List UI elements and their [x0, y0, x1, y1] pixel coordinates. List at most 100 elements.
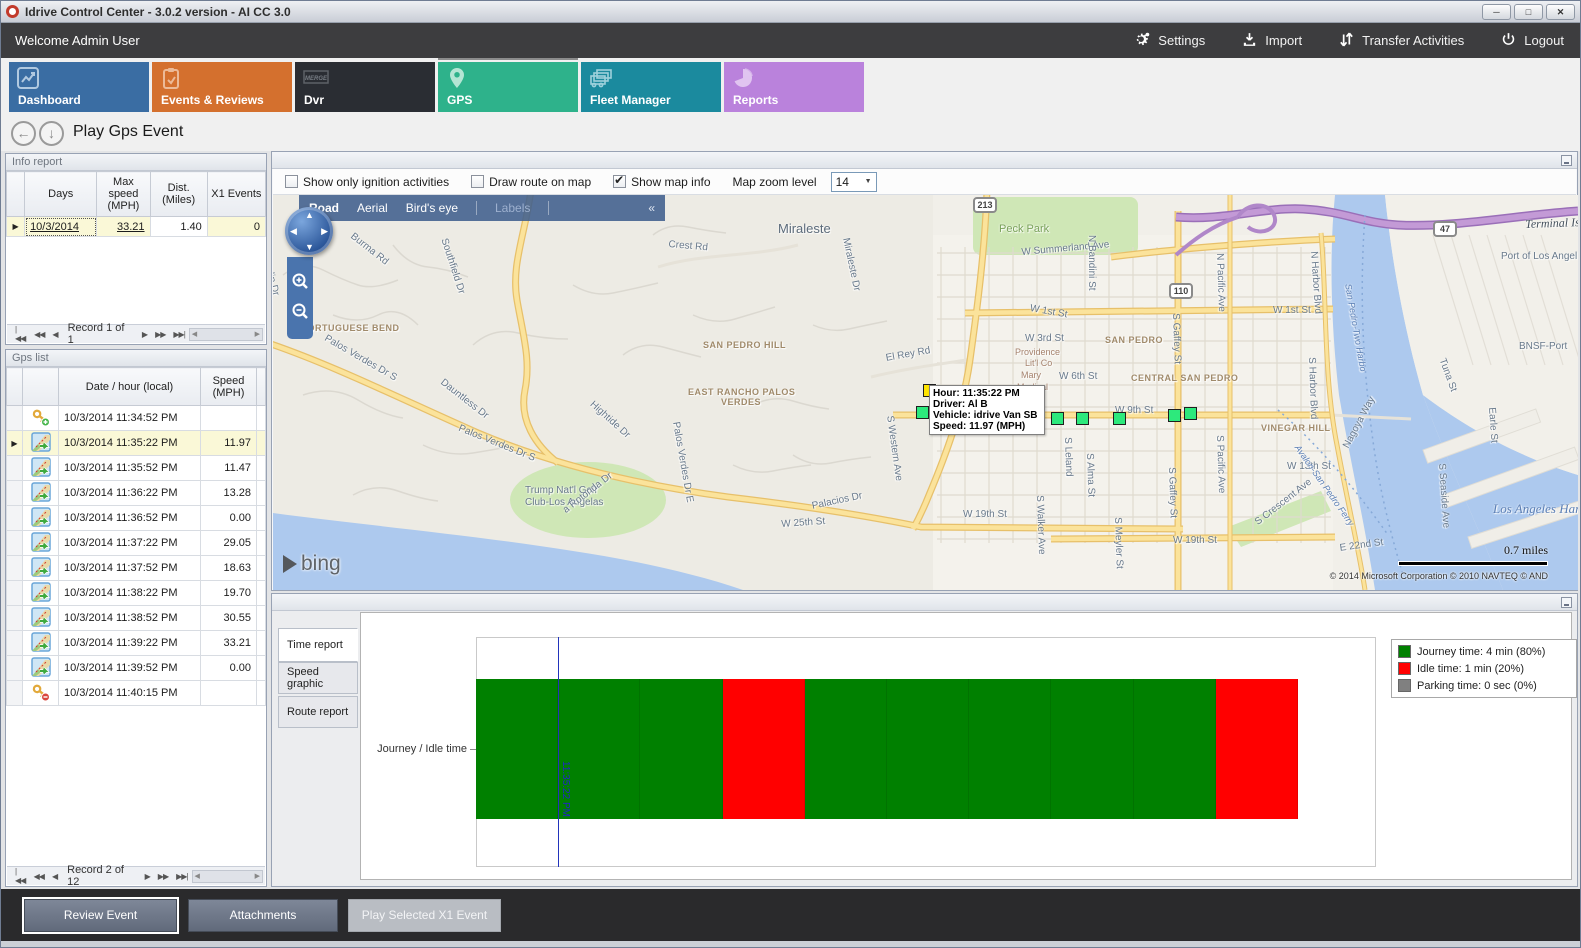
gps-list-row[interactable]: 10/3/2014 11:37:52 PM18.63: [7, 556, 266, 581]
gps-point-marker[interactable]: [1113, 412, 1126, 425]
window-title: Idrive Control Center - 3.0.2 version - …: [25, 5, 291, 19]
map-label: Terminal Isl: [1525, 215, 1578, 232]
map-zoom-level-select[interactable]: 14▼: [831, 172, 877, 192]
next-record-button[interactable]: ▶: [145, 872, 150, 881]
next-page-button[interactable]: ▶▶: [155, 330, 165, 339]
gps-list-row[interactable]: 10/3/2014 11:38:52 PM30.55: [7, 606, 266, 631]
horizontal-scrollbar[interactable]: ◀▶: [192, 870, 264, 883]
map-canvas[interactable]: Vanderlip DrBurma RdSouthfield DrCrest R…: [273, 195, 1578, 590]
title-bar[interactable]: Idrive Control Center - 3.0.2 version - …: [1, 1, 1580, 23]
map-label: Miraleste: [778, 221, 831, 236]
play-selected-x1-event-button[interactable]: Play Selected X1 Event: [348, 899, 501, 932]
map-info-tooltip: Hour: 11:35:22 PMDriver: Al BVehicle: id…: [929, 385, 1045, 435]
map-type-labels[interactable]: Labels: [495, 201, 530, 215]
tab-gps[interactable]: GPS: [438, 62, 578, 112]
import-menu-item[interactable]: Import: [1241, 31, 1302, 51]
column-header-x1-events[interactable]: X1 Events: [207, 172, 265, 217]
attachments-button[interactable]: Attachments: [188, 899, 338, 932]
gps-list-row[interactable]: 10/3/2014 11:36:22 PM13.28: [7, 481, 266, 506]
transfer-icon: [1338, 31, 1355, 51]
horizontal-scrollbar[interactable]: ◀▶: [189, 328, 263, 341]
collapse-panel-icon[interactable]: [1561, 597, 1572, 608]
close-button[interactable]: ✕: [1546, 4, 1575, 20]
last-record-button[interactable]: ▶▶|: [176, 872, 187, 881]
column-header-date[interactable]: Date / hour (local): [59, 368, 201, 406]
tab-events-reviews[interactable]: Events & Reviews: [152, 62, 292, 112]
gps-list-row[interactable]: 10/3/2014 11:38:22 PM19.70: [7, 581, 266, 606]
prev-record-button[interactable]: ◀: [52, 330, 57, 339]
map-label: Peck Park: [999, 223, 1049, 235]
prev-record-button[interactable]: ◀: [52, 872, 57, 881]
tab-dvr[interactable]: MERGEDvr: [295, 62, 435, 112]
gps-list-row[interactable]: 10/3/2014 11:39:52 PM0.00: [7, 656, 266, 681]
gps-point-marker[interactable]: [1076, 412, 1089, 425]
zoom-in-button[interactable]: [290, 271, 310, 291]
column-header-max-speed[interactable]: Max speed (MPH): [97, 172, 150, 217]
tab-route-report[interactable]: Route report: [278, 696, 358, 728]
show-only-ignition-activities-checkbox[interactable]: Show only ignition activities: [285, 175, 449, 189]
menu-items: Settings Import Transfer Activities Logout: [1134, 31, 1564, 51]
gps-list-row[interactable]: 10/3/2014 11:36:52 PM0.00: [7, 506, 266, 531]
first-record-button[interactable]: |◀◀: [15, 867, 26, 885]
tab-time-report[interactable]: Time report: [278, 628, 358, 662]
maximize-button[interactable]: □: [1514, 4, 1543, 20]
gps-list-row[interactable]: 10/3/2014 11:35:52 PM11.47: [7, 456, 266, 481]
prev-page-button[interactable]: ◀◀: [34, 872, 44, 881]
show-map-info-checkbox[interactable]: Show map info: [613, 175, 710, 189]
map-pan-control[interactable]: ▲▼ ◀▶: [285, 207, 333, 255]
draw-route-on-map-checkbox[interactable]: Draw route on map: [471, 175, 591, 189]
gps-point-marker[interactable]: [1168, 409, 1181, 422]
last-record-button[interactable]: ▶▶|: [173, 330, 184, 339]
row-marker: [7, 481, 23, 506]
tab-dashboard[interactable]: Dashboard: [9, 62, 149, 112]
map-label: S Walker Ave: [1034, 495, 1047, 555]
tab-fleet-manager[interactable]: Fleet Manager: [581, 62, 721, 112]
speed-cell: 30.55: [201, 606, 257, 631]
back-button[interactable]: ←: [11, 121, 36, 146]
map-label: S Harbor Blvd: [1306, 357, 1319, 420]
map-label: W 1st St: [1273, 305, 1311, 316]
zoom-out-button[interactable]: [290, 301, 310, 321]
days-cell[interactable]: 10/3/2014: [25, 217, 97, 237]
legend-item: Idle time: 1 min (20%): [1398, 662, 1570, 675]
minimize-button[interactable]: ─: [1482, 4, 1511, 20]
gps-list-row[interactable]: 10/3/2014 11:40:15 PM: [7, 681, 266, 706]
column-header-dist[interactable]: Dist. (Miles): [150, 172, 207, 217]
checkbox-box: [471, 175, 484, 188]
bing-logo[interactable]: bing: [283, 552, 341, 576]
gps-point-marker[interactable]: [1184, 407, 1197, 420]
gps-list-row[interactable]: 10/3/2014 11:34:52 PM: [7, 406, 266, 431]
info-report-panel: Info report Days Max speed (MPH) Dist. (…: [5, 153, 267, 345]
tab-speed-graphic[interactable]: Speed graphic: [278, 662, 358, 694]
row-marker: [7, 656, 23, 681]
down-button[interactable]: ↓: [39, 121, 64, 146]
info-report-row[interactable]: ▶ 10/3/2014 33.21 1.40 0: [7, 217, 266, 237]
map-label: SAN PEDRO HILL: [703, 340, 786, 350]
column-header-speed[interactable]: Speed (MPH): [201, 368, 257, 406]
gps-list-row[interactable]: 10/3/2014 11:39:22 PM33.21: [7, 631, 266, 656]
transfer-activities-menu-item[interactable]: Transfer Activities: [1338, 31, 1464, 51]
map-type-bird-s-eye[interactable]: Bird's eye: [406, 201, 458, 215]
settings-menu-item[interactable]: Settings: [1134, 31, 1205, 51]
tab-reports[interactable]: Reports: [724, 62, 864, 112]
map-bar-collapse-icon[interactable]: «: [648, 201, 655, 215]
gps-point-marker[interactable]: [916, 406, 929, 419]
review-event-button[interactable]: Review Event: [24, 899, 177, 932]
next-page-button[interactable]: ▶▶: [158, 872, 168, 881]
collapse-panel-icon[interactable]: [1561, 155, 1572, 166]
map-type-aerial[interactable]: Aerial: [357, 201, 388, 215]
next-record-button[interactable]: ▶: [142, 330, 147, 339]
row-marker: [7, 531, 23, 556]
column-header-days[interactable]: Days: [25, 172, 97, 217]
time-report-panel: Time reportSpeed graphicRoute report Jou…: [271, 593, 1578, 887]
speed-cell: 0.00: [201, 656, 257, 681]
gps-list-row[interactable]: 10/3/2014 11:37:22 PM29.05: [7, 531, 266, 556]
legend-item: Journey time: 4 min (80%): [1398, 645, 1570, 658]
gps-list-row[interactable]: ▶10/3/2014 11:35:22 PM11.97: [7, 431, 266, 456]
logout-menu-item[interactable]: Logout: [1500, 31, 1564, 51]
timeline-segment-journey: [476, 679, 558, 819]
first-record-button[interactable]: |◀◀: [15, 325, 26, 343]
gps-icon: [23, 556, 59, 581]
prev-page-button[interactable]: ◀◀: [34, 330, 44, 339]
gps-point-marker[interactable]: [1051, 412, 1064, 425]
